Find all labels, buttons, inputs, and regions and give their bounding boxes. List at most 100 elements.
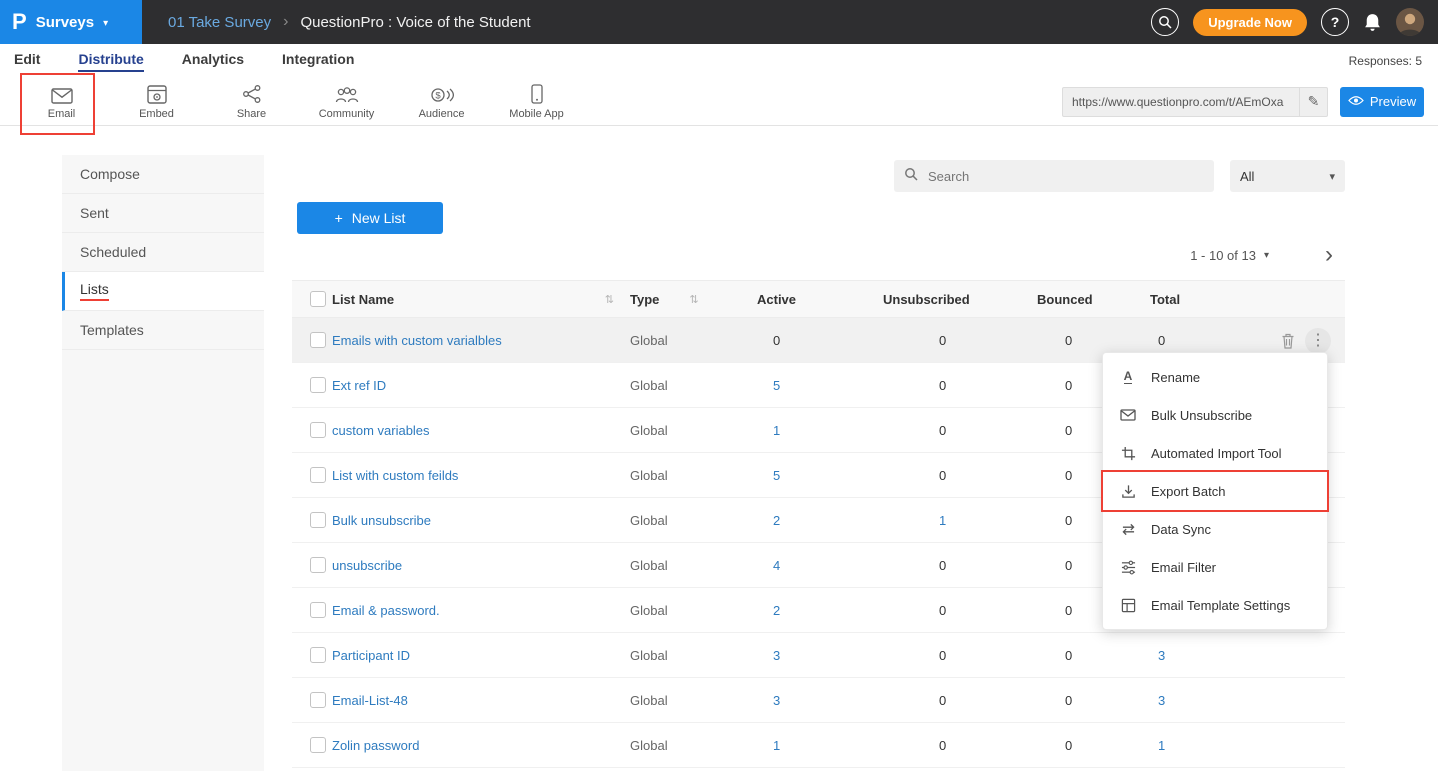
active-count[interactable]: 2: [757, 603, 883, 618]
sidebar-item-sent[interactable]: Sent: [62, 194, 264, 233]
active-count[interactable]: 1: [757, 423, 883, 438]
rename-icon: A: [1120, 370, 1136, 384]
pagination-label: 1 - 10 of 13: [1190, 248, 1256, 263]
sidebar-item-templates[interactable]: Templates: [62, 311, 264, 350]
help-icon[interactable]: ?: [1321, 8, 1349, 36]
automated-import-icon: [1120, 446, 1136, 461]
row-checkbox[interactable]: [310, 557, 326, 573]
menu-item-email-filter[interactable]: Email Filter: [1103, 548, 1327, 586]
community-icon: [335, 84, 359, 104]
delete-icon[interactable]: [1281, 333, 1295, 349]
sidebar-item-lists[interactable]: Lists: [62, 272, 264, 311]
menu-item-label: Automated Import Tool: [1151, 446, 1282, 461]
list-name-link[interactable]: unsubscribe: [332, 558, 402, 573]
menu-item-bulk-unsubscribe[interactable]: Bulk Unsubscribe: [1103, 396, 1327, 434]
unsubscribed-count: 0: [883, 558, 1037, 573]
table-row[interactable]: Zolin password Global 1 0 0 1 ⋮: [292, 723, 1345, 768]
mobile-app-icon: [531, 84, 543, 104]
topbar-actions: Upgrade Now ?: [1151, 8, 1438, 36]
total-count[interactable]: 3: [1150, 648, 1345, 663]
surveys-menu-button[interactable]: P Surveys ▾: [0, 0, 142, 44]
list-type: Global: [630, 558, 757, 573]
row-checkbox[interactable]: [310, 692, 326, 708]
list-name-link[interactable]: List with custom feilds: [332, 468, 458, 483]
unsubscribed-count: 0: [883, 378, 1037, 393]
email-template-settings-icon: [1120, 598, 1136, 613]
toolbar-item-audience[interactable]: $ Audience: [394, 78, 489, 126]
list-name-link[interactable]: Zolin password: [332, 738, 419, 753]
active-count[interactable]: 4: [757, 558, 883, 573]
active-count[interactable]: 5: [757, 378, 883, 393]
menu-item-rename[interactable]: A Rename: [1103, 358, 1327, 396]
upgrade-now-button[interactable]: Upgrade Now: [1193, 9, 1307, 36]
unsubscribed-count: 0: [883, 423, 1037, 438]
preview-button[interactable]: Preview: [1340, 87, 1424, 117]
unsubscribed-count[interactable]: 1: [883, 513, 1037, 528]
breadcrumb-survey-link[interactable]: 01 Take Survey: [168, 14, 271, 31]
toolbar-item-share[interactable]: Share: [204, 78, 299, 126]
search-input[interactable]: [926, 168, 1204, 185]
list-filter-dropdown[interactable]: All ▾: [1230, 160, 1345, 192]
surveys-menu-label: Surveys: [36, 14, 94, 31]
active-count[interactable]: 2: [757, 513, 883, 528]
bounced-count: 0: [1037, 648, 1150, 663]
menu-item-export-batch[interactable]: Export Batch: [1103, 472, 1327, 510]
export-batch-icon: [1120, 484, 1136, 499]
notifications-bell-icon[interactable]: [1363, 12, 1382, 33]
list-name-link[interactable]: Participant ID: [332, 648, 410, 663]
toolbar-item-mobile-app[interactable]: Mobile App: [489, 78, 584, 126]
menu-item-email-template-settings[interactable]: Email Template Settings: [1103, 586, 1327, 624]
tab-analytics[interactable]: Analytics: [182, 51, 244, 72]
list-name-link[interactable]: Email-List-48: [332, 693, 408, 708]
toolbar-item-label: Community: [319, 108, 375, 120]
tab-distribute[interactable]: Distribute: [78, 51, 143, 72]
survey-title: QuestionPro : Voice of the Student: [300, 14, 530, 31]
active-count[interactable]: 3: [757, 693, 883, 708]
sort-icon[interactable]: ⇅: [605, 293, 614, 306]
row-checkbox[interactable]: [310, 647, 326, 663]
sort-icon[interactable]: ⇅: [689, 293, 698, 306]
list-name-link[interactable]: custom variables: [332, 423, 430, 438]
select-all-checkbox[interactable]: [310, 291, 326, 307]
sidebar-item-label: Sent: [80, 205, 109, 221]
table-row[interactable]: Email-List-48 Global 3 0 0 3 ⋮: [292, 678, 1345, 723]
menu-item-automated-import-tool[interactable]: Automated Import Tool: [1103, 434, 1327, 472]
row-checkbox[interactable]: [310, 602, 326, 618]
total-count[interactable]: 3: [1150, 693, 1345, 708]
survey-url-field[interactable]: https://www.questionpro.com/t/AEmOxa ✎: [1062, 87, 1328, 117]
row-checkbox[interactable]: [310, 512, 326, 528]
search-icon[interactable]: [1151, 8, 1179, 36]
toolbar-item-email[interactable]: Email: [14, 78, 109, 126]
active-count[interactable]: 1: [757, 738, 883, 753]
unsubscribed-count: 0: [883, 468, 1037, 483]
list-name-link[interactable]: Emails with custom varialbles: [332, 333, 502, 348]
list-name-link[interactable]: Ext ref ID: [332, 378, 386, 393]
row-checkbox[interactable]: [310, 737, 326, 753]
edit-url-pencil-icon[interactable]: ✎: [1299, 88, 1327, 116]
toolbar-item-embed[interactable]: Embed: [109, 78, 204, 126]
new-list-button[interactable]: + New List: [297, 202, 443, 234]
bounced-count: 0: [1037, 693, 1150, 708]
row-checkbox[interactable]: [310, 467, 326, 483]
row-checkbox[interactable]: [310, 422, 326, 438]
row-checkbox[interactable]: [310, 332, 326, 348]
sidebar-item-compose[interactable]: Compose: [62, 155, 264, 194]
next-page-icon[interactable]: ›: [1325, 243, 1333, 267]
table-row[interactable]: Participant ID Global 3 0 0 3 ⋮: [292, 633, 1345, 678]
tab-edit[interactable]: Edit: [14, 51, 40, 72]
toolbar-item-community[interactable]: Community: [299, 78, 394, 126]
header-list-name: List Name: [332, 292, 394, 307]
total-count[interactable]: 1: [1150, 738, 1345, 753]
row-menu-kebab-icon[interactable]: ⋮: [1305, 328, 1331, 354]
tab-integration[interactable]: Integration: [282, 51, 354, 72]
email-icon: [51, 84, 73, 104]
list-name-link[interactable]: Email & password.: [332, 603, 440, 618]
sidebar-item-scheduled[interactable]: Scheduled: [62, 233, 264, 272]
row-checkbox[interactable]: [310, 377, 326, 393]
active-count[interactable]: 3: [757, 648, 883, 663]
active-count[interactable]: 5: [757, 468, 883, 483]
list-name-link[interactable]: Bulk unsubscribe: [332, 513, 431, 528]
user-avatar[interactable]: [1396, 8, 1424, 36]
pagination-caret-icon[interactable]: ▾: [1264, 250, 1269, 261]
menu-item-data-sync[interactable]: Data Sync: [1103, 510, 1327, 548]
